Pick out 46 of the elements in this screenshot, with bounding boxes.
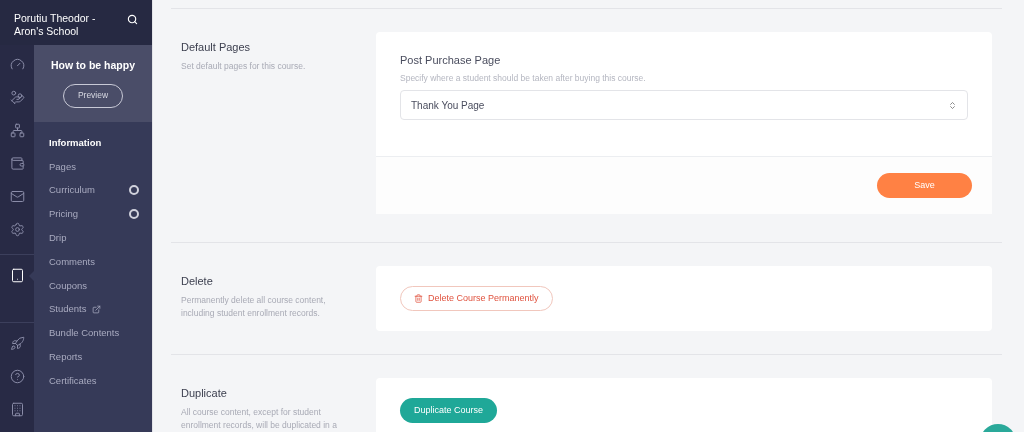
nav-item[interactable]: Pricing <box>34 202 152 227</box>
settings-icon[interactable] <box>9 222 25 237</box>
school-name: Porutiu Theodor - Aron's School <box>14 12 97 38</box>
building-icon[interactable] <box>9 402 25 417</box>
nav-item[interactable]: Certificates <box>34 368 152 393</box>
nav-label: Pages <box>49 159 76 174</box>
nav-label: Information <box>49 135 102 150</box>
nav-item[interactable]: Students <box>34 297 152 322</box>
sitemap-icon[interactable] <box>9 123 25 138</box>
nav-label: Students <box>49 302 87 317</box>
nav-item[interactable]: Bundle Contents <box>34 321 152 346</box>
nav-label: Drip <box>49 230 67 245</box>
external-link-icon <box>91 304 101 314</box>
nav-label: Pricing <box>49 207 79 222</box>
nav-item[interactable]: Curriculum <box>34 178 152 203</box>
nav-label: Curriculum <box>49 183 95 198</box>
search-icon[interactable] <box>127 14 138 25</box>
section-description: Set default pages for this course. <box>181 59 307 73</box>
nav-item[interactable]: Reports <box>34 345 152 369</box>
wallet-icon[interactable] <box>9 156 25 171</box>
page-select[interactable]: Thank You Page <box>400 90 968 121</box>
help-icon[interactable] <box>9 369 25 384</box>
trash-icon <box>414 294 423 304</box>
gauge-icon[interactable] <box>9 57 25 72</box>
section-description: Permanently delete all course content, including student enrollment records. <box>181 293 327 320</box>
mail-icon[interactable] <box>9 189 25 204</box>
nav-item[interactable]: Coupons <box>34 273 152 298</box>
nav-label: Bundle Contents <box>49 326 120 341</box>
hand-icon[interactable] <box>9 90 25 105</box>
nav-label: Certificates <box>49 373 97 388</box>
field-hint: Specify where a student should be taken after buying this course. <box>400 71 647 85</box>
sort-icon <box>948 100 957 110</box>
nav-label: Comments <box>49 254 95 269</box>
duplicate-button[interactable]: Duplicate Course <box>400 398 498 424</box>
nav-item[interactable]: Comments <box>34 250 152 274</box>
rocket-icon[interactable] <box>9 336 25 351</box>
nav-item[interactable]: Pages <box>34 154 152 179</box>
section-title: Default Pages <box>181 40 252 55</box>
field-label: Post Purchase Page <box>400 53 502 68</box>
section-title: Delete <box>181 274 214 290</box>
section-title: Duplicate <box>181 386 228 402</box>
nav-item[interactable]: Drip <box>34 226 152 250</box>
nav-label: Coupons <box>49 278 88 293</box>
course-title: How to be happy <box>51 58 135 73</box>
nav-label: Reports <box>49 349 83 364</box>
nav-item[interactable]: Information <box>34 131 152 155</box>
